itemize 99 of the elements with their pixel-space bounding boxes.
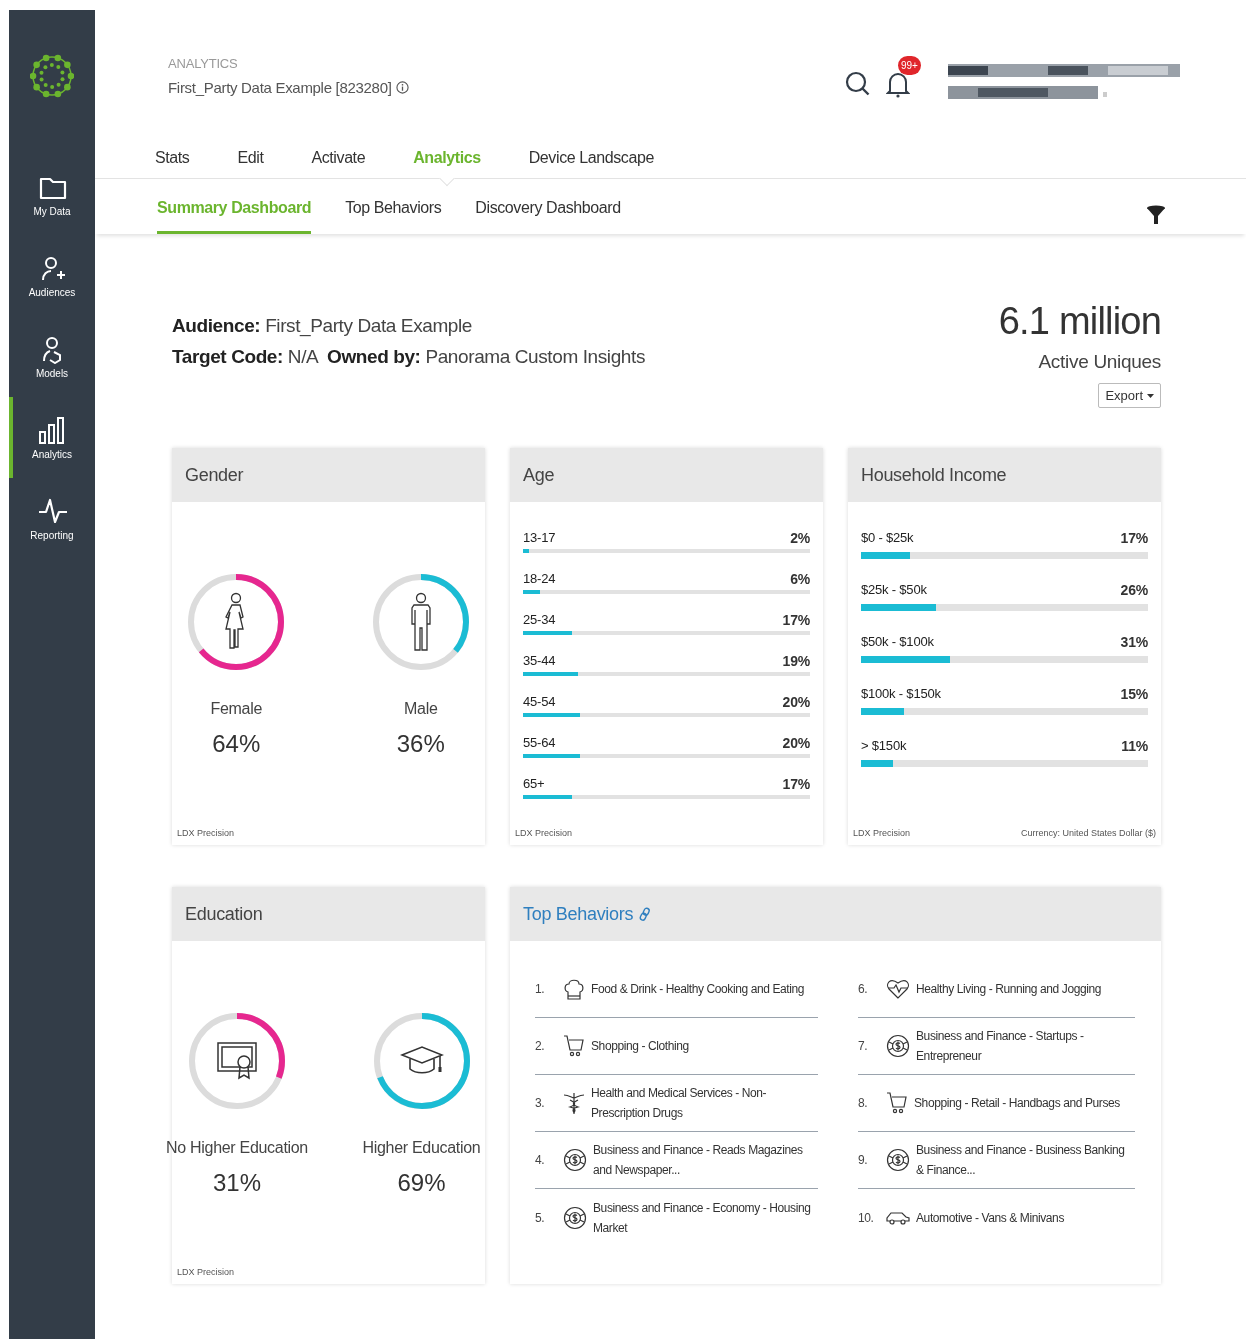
percent-value: 17% [1120,530,1148,546]
rank-number: 5. [535,1209,546,1227]
caret-icon [1147,393,1154,398]
certificate-icon [217,1042,257,1080]
rank-number: 10. [858,1209,875,1227]
shopping-cart-icon [563,1034,585,1058]
rank-number: 9. [858,1152,869,1169]
uniques-label: Active Uniques [1038,351,1161,373]
heart-pulse-icon [886,978,910,1000]
tab[interactable]: Stats [155,149,190,167]
percent-value: 31% [1120,634,1148,650]
percent-value: 11% [1121,738,1148,754]
sidebar-item[interactable]: Models [9,316,95,397]
range-label: $50k - $100k [861,634,934,650]
segment-label: Female [210,700,263,718]
card-title: Gender [185,464,244,486]
export-button[interactable]: Export [1098,383,1161,408]
range-label: 55-64 [523,735,556,751]
range-label: $100k - $150k [861,686,941,702]
sidebar-item[interactable]: Reporting [9,478,95,559]
info-icon[interactable] [395,81,409,94]
rank-number: 3. [535,1095,546,1112]
subtab[interactable]: Discovery Dashboard [475,199,621,234]
source-note: LDX Precision [177,828,235,838]
tab[interactable]: Edit [237,149,264,167]
percent-value: 15% [1120,686,1148,702]
sidebar-item[interactable]: Audiences [9,235,95,316]
link-icon[interactable] [639,907,652,921]
sidebar-item[interactable]: My Data [9,154,95,235]
range-label: 18-24 [523,571,556,587]
chef-hat-icon [563,977,585,1001]
range-label: 65+ [523,776,545,792]
dollar-coin-icon [563,1205,587,1230]
rank-number: 2. [535,1038,546,1055]
dollar-coin-icon [563,1148,587,1172]
page-title: First_Party Data Example [823280] [168,79,392,96]
currency-note: Currency: United States Dollar ($) [1020,828,1156,838]
card-title: Household Income [861,464,1007,486]
bar-chart-icon [37,415,67,445]
sidebar-item[interactable]: Analytics [9,397,95,478]
segment-label: Male [404,700,438,718]
card-title: Education [185,903,263,925]
shopping-cart-icon [886,1091,908,1115]
car-icon [886,1210,910,1225]
behavior-label[interactable]: Food & Drink - Healthy Cooking and Eating [591,979,805,999]
behavior-label[interactable]: Business and Finance - Reads Magazines and Newspaper... [593,1140,818,1180]
breadcrumb: ANALYTICS [168,56,239,71]
behavior-label[interactable]: Business and Finance - Economy - Housing Market [593,1197,818,1238]
source-note: LDX Precision [515,828,573,838]
percent-value: 2% [790,530,810,546]
behavior-label[interactable]: Automotive - Vans & Minivans [916,1207,1064,1228]
rank-number: 4. [535,1152,546,1169]
behavior-label[interactable]: Shopping - Retail - Handbags and Purses [914,1093,1120,1113]
range-label: $25k - $50k [861,582,927,598]
range-label: $0 - $25k [861,530,914,546]
rank-number: 1. [535,981,546,998]
rank-number: 8. [858,1095,869,1112]
rank-number: 7. [858,1038,869,1055]
behavior-label[interactable]: Business and Finance - Business Banking & Finance... [916,1140,1135,1180]
filter-icon[interactable] [1146,205,1166,225]
range-label: 25-34 [523,612,556,628]
pulse-icon [37,496,67,526]
audience-text: Audience: First_Party Data Example [172,314,473,339]
subtab[interactable]: Top Behaviors [345,199,442,234]
behavior-label[interactable]: Health and Medical Services - Non-Prescription Drugs [591,1083,818,1123]
segment-value: 69% [397,1169,446,1197]
segment-label: No Higher Education [166,1139,308,1157]
percent-value: 20% [782,694,810,710]
percent-value: 20% [782,735,810,751]
source-note: LDX Precision [177,1267,235,1277]
bell-icon[interactable] [886,70,910,98]
target-code-text: Target Code: N/A Owned by: Panorama Custom Insights [172,345,645,369]
behavior-label[interactable]: Shopping - Clothing [591,1036,689,1056]
behavior-label[interactable]: Healthy Living - Running and Jogging [916,979,1102,999]
segment-value: 36% [396,730,445,758]
search-icon[interactable] [844,70,872,98]
range-label: > $150k [861,738,907,754]
tab[interactable]: Activate [311,149,366,167]
rank-number: 6. [858,981,869,998]
segment-value: 64% [212,730,261,758]
dollar-coin-icon [886,1148,910,1172]
percent-value: 26% [1120,582,1148,598]
range-label: 45-54 [523,694,556,710]
tab[interactable]: Device Landscape [528,149,654,167]
segment-value: 31% [212,1169,261,1197]
notification-badge: 99+ [898,56,921,75]
segment-label: Higher Education [362,1139,481,1157]
behavior-label[interactable]: Business and Finance - Startups - Entrepreneur [916,1026,1135,1066]
range-label: 35-44 [523,653,556,669]
card-title: Age [523,464,555,486]
caduceus-icon [563,1091,585,1115]
range-label: 13-17 [523,530,556,546]
dollar-coin-icon [886,1034,910,1058]
percent-value: 19% [782,653,810,669]
percent-value: 17% [782,612,810,628]
uniques-count: 6.1 million [998,300,1161,343]
percent-value: 17% [782,776,810,792]
source-note: LDX Precision [853,828,911,838]
percent-value: 6% [790,571,810,587]
